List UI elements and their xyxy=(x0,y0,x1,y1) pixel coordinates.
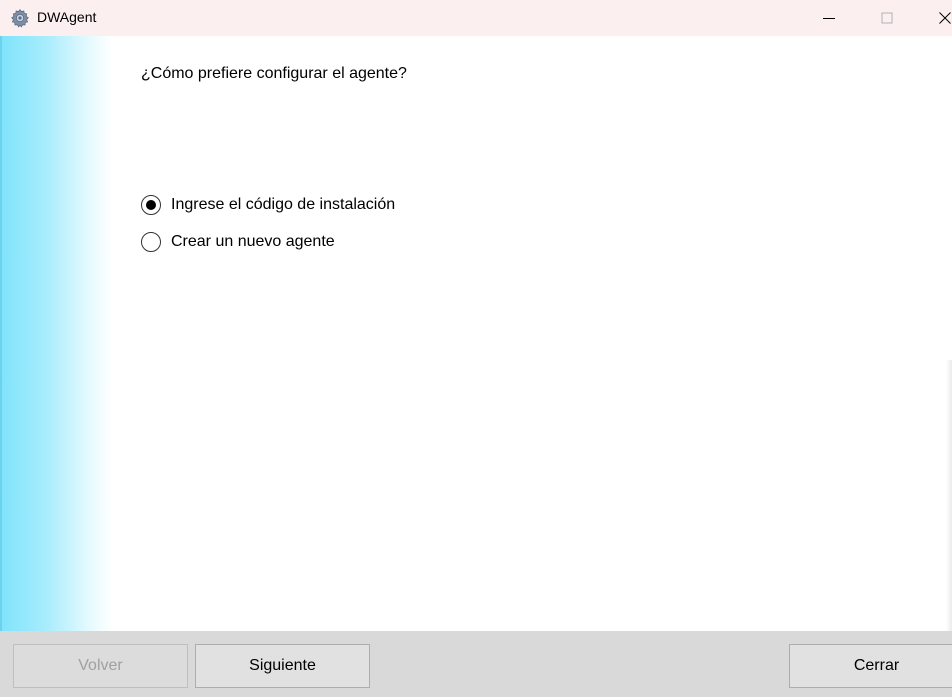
maximize-button[interactable] xyxy=(864,0,910,36)
minimize-icon xyxy=(823,18,835,19)
right-edge-shadow xyxy=(946,360,952,631)
radio-selected-dot xyxy=(146,200,156,210)
left-edge-divider xyxy=(0,36,2,631)
button-bar: Volver Siguiente Cerrar xyxy=(0,631,952,697)
option-new-agent[interactable]: Crear un nuevo agente xyxy=(141,232,335,252)
close-icon xyxy=(939,12,951,24)
back-button[interactable]: Volver xyxy=(13,644,188,688)
gear-icon xyxy=(10,8,30,28)
radio-new-agent[interactable] xyxy=(141,232,161,252)
radio-install-code[interactable] xyxy=(141,195,161,215)
title-bar[interactable]: DWAgent xyxy=(0,0,952,36)
window-title: DWAgent xyxy=(37,9,97,25)
question-label: ¿Cómo prefiere configurar el agente? xyxy=(141,65,407,82)
minimize-button[interactable] xyxy=(806,0,852,36)
close-window-button[interactable] xyxy=(922,0,952,36)
option-install-code-label[interactable]: Ingrese el código de instalación xyxy=(171,196,395,214)
dwagent-window: DWAgent ¿Cómo prefiere configurar el age… xyxy=(0,0,952,697)
next-button[interactable]: Siguiente xyxy=(195,644,370,688)
maximize-icon xyxy=(881,12,893,24)
option-new-agent-label[interactable]: Crear un nuevo agente xyxy=(171,233,335,251)
option-install-code[interactable]: Ingrese el código de instalación xyxy=(141,195,395,215)
close-button[interactable]: Cerrar xyxy=(789,644,952,688)
side-banner xyxy=(0,36,112,631)
